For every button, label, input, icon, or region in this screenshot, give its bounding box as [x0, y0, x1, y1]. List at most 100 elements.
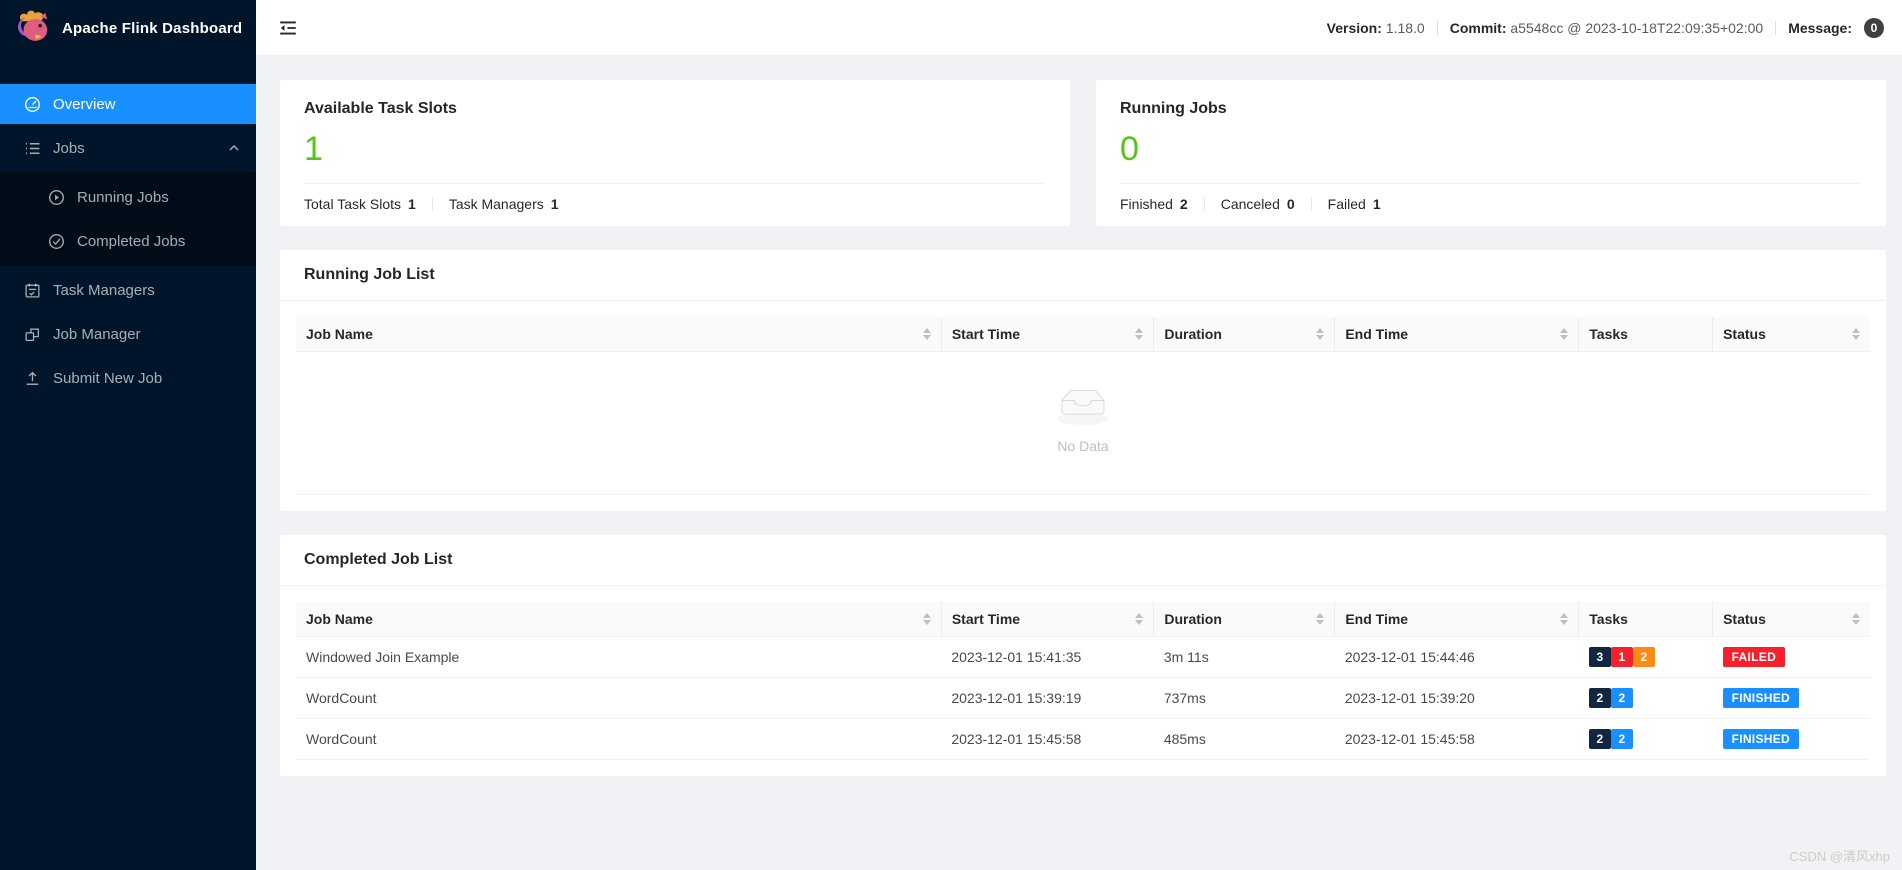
stat-footer: Total Task Slots 1 Task Managers 1 — [304, 196, 1046, 214]
sidebar-item-job-manager[interactable]: Job Manager — [0, 314, 256, 354]
sidebar-item-task-managers[interactable]: Task Managers — [0, 270, 256, 310]
sidebar-item-jobs[interactable]: Jobs — [0, 128, 256, 168]
sort-icon[interactable] — [1316, 613, 1325, 626]
stat-footer-value: 1 — [1372, 196, 1381, 213]
task-count-badge: 2 — [1610, 729, 1633, 750]
card-body: Job Name Start Time Duration End Time Tasks S… — [280, 301, 1886, 511]
sidebar-item-running-jobs[interactable]: Running Jobs — [0, 177, 256, 217]
running-jobs-card: Running Jobs 0 Finished 2 Canceled 0 Failed 1 — [1096, 80, 1886, 227]
column-header-end-time[interactable]: End Time — [1334, 602, 1580, 638]
empty-state: No Data — [296, 352, 1870, 496]
column-header-tasks: Tasks — [1578, 602, 1714, 638]
card-title: Running Job List — [304, 266, 435, 284]
stat-title: Available Task Slots — [304, 100, 457, 117]
status-cell: FAILED — [1712, 636, 1870, 679]
sort-icon[interactable] — [1852, 328, 1860, 341]
status-cell: FINISHED — [1712, 718, 1870, 761]
column-header-duration[interactable]: Duration — [1153, 317, 1336, 353]
column-header-label: Start Time — [951, 326, 1021, 343]
column-header-job-name[interactable]: Job Name — [296, 317, 942, 353]
job-row[interactable]: Windowed Join Example 2023-12-01 15:41:35… — [296, 636, 1870, 679]
stat-footer-label: Finished — [1120, 196, 1173, 213]
divider — [1203, 197, 1205, 212]
dashboard-icon — [25, 96, 40, 112]
column-header-status[interactable]: Status — [1712, 602, 1870, 638]
stat-footer-value: 0 — [1286, 196, 1295, 213]
stat-footer-item: Total Task Slots 1 — [304, 196, 416, 212]
stat-footer-label: Total Task Slots — [304, 196, 402, 213]
column-header-start-time[interactable]: Start Time — [941, 602, 1155, 638]
stat-footer-item: Task Managers 1 — [449, 196, 559, 212]
version-value: 1.18.0 — [1385, 19, 1425, 36]
table-header-row: Job Name Start Time Duration End Time Tasks S… — [296, 317, 1870, 353]
sidebar-item-completed-jobs[interactable]: Completed Jobs — [0, 221, 256, 261]
stat-footer-label: Task Managers — [448, 196, 544, 213]
chevron-up-icon — [229, 144, 239, 151]
running-jobs-table: Job Name Start Time Duration End Time Tasks S… — [296, 317, 1870, 353]
task-badges: 22 — [1588, 729, 1633, 750]
column-header-tasks: Tasks — [1578, 317, 1714, 353]
available-task-slots-card: Available Task Slots 1 Total Task Slots 1… — [280, 80, 1070, 227]
app-logo[interactable]: Apache Flink Dashboard — [0, 0, 256, 56]
message-count-badge[interactable]: 0 — [1864, 17, 1884, 38]
sort-icon[interactable] — [1560, 328, 1569, 341]
sort-icon[interactable] — [1135, 328, 1144, 341]
version-label: Version: — [1326, 19, 1382, 36]
completed-jobs-table: Job Name Start Time Duration End Time Tasks S… — [296, 602, 1870, 761]
flink-squirrel-logo-icon — [18, 10, 48, 41]
end-time-cell: 2023-12-01 15:44:46 — [1334, 636, 1579, 679]
column-header-label: Tasks — [1589, 326, 1628, 343]
task-count-badge: 3 — [1588, 647, 1611, 668]
completed-job-list-card: Completed Job List Job Name Start Time Dur… — [280, 535, 1886, 777]
sort-icon[interactable] — [1316, 328, 1325, 341]
job-row[interactable]: WordCount 2023-12-01 15:45:58 485ms 2023-12… — [296, 718, 1870, 761]
commit-label: Commit: — [1449, 19, 1507, 36]
divider — [1775, 20, 1777, 35]
stat-footer-item: Finished 2 — [1120, 196, 1188, 212]
sort-icon[interactable] — [922, 613, 931, 626]
sort-icon[interactable] — [1135, 613, 1144, 626]
column-header-job-name[interactable]: Job Name — [296, 602, 942, 638]
app-window: Apache Flink Dashboard Overview Jobs Run… — [0, 0, 1902, 870]
table-header-row: Job Name Start Time Duration End Time Tasks S… — [296, 602, 1870, 638]
duration-cell: 3m 11s — [1153, 636, 1335, 679]
sort-icon[interactable] — [1560, 613, 1569, 626]
column-header-status[interactable]: Status — [1712, 317, 1870, 353]
jobs-submenu: Running Jobs Completed Jobs — [0, 172, 256, 266]
top-header: Version: 1.18.0 Commit: a5548cc @ 2023-1… — [256, 0, 1902, 56]
column-header-start-time[interactable]: Start Time — [941, 317, 1155, 353]
job-row[interactable]: WordCount 2023-12-01 15:39:19 737ms 2023-12… — [296, 677, 1870, 720]
app-title: Apache Flink Dashboard — [62, 19, 243, 37]
play-circle-icon — [49, 189, 64, 205]
job-name-cell: WordCount — [296, 677, 942, 720]
card-body: Job Name Start Time Duration End Time Tasks S… — [280, 586, 1886, 776]
main-area: Version: 1.18.0 Commit: a5548cc @ 2023-1… — [256, 0, 1902, 870]
stat-footer-item: Canceled 0 — [1221, 196, 1295, 212]
status-cell: FINISHED — [1712, 677, 1870, 720]
stat-title: Running Jobs — [1120, 100, 1227, 117]
tasks-cell: 312 — [1578, 636, 1713, 679]
column-header-label: Duration — [1164, 326, 1222, 343]
deployment-icon — [25, 328, 39, 341]
sidebar-item-submit-new-job[interactable]: Submit New Job — [0, 358, 256, 398]
task-count-badge: 2 — [1610, 688, 1633, 709]
empty-text: No Data — [1057, 438, 1109, 455]
card-title: Completed Job List — [304, 551, 453, 569]
sidebar-item-label: Completed Jobs — [77, 232, 186, 250]
stat-footer: Finished 2 Canceled 0 Failed 1 — [1120, 196, 1862, 214]
end-time-cell: 2023-12-01 15:39:20 — [1334, 677, 1579, 720]
stat-footer-value: 1 — [550, 196, 559, 213]
sort-icon[interactable] — [922, 328, 931, 341]
message-label: Message: — [1788, 19, 1852, 36]
sidebar: Apache Flink Dashboard Overview Jobs Run… — [0, 0, 256, 870]
start-time-cell: 2023-12-01 15:41:35 — [941, 636, 1154, 679]
status-badge: FINISHED — [1722, 688, 1799, 709]
column-header-duration[interactable]: Duration — [1153, 602, 1336, 638]
column-header-end-time[interactable]: End Time — [1334, 317, 1580, 353]
sort-icon[interactable] — [1852, 613, 1860, 626]
sidebar-item-overview[interactable]: Overview — [0, 84, 256, 124]
start-time-cell: 2023-12-01 15:45:58 — [941, 718, 1154, 761]
stat-footer-label: Failed — [1327, 196, 1366, 213]
menu-fold-icon[interactable] — [278, 18, 298, 38]
version-info: Version: 1.18.0 — [1327, 20, 1425, 36]
